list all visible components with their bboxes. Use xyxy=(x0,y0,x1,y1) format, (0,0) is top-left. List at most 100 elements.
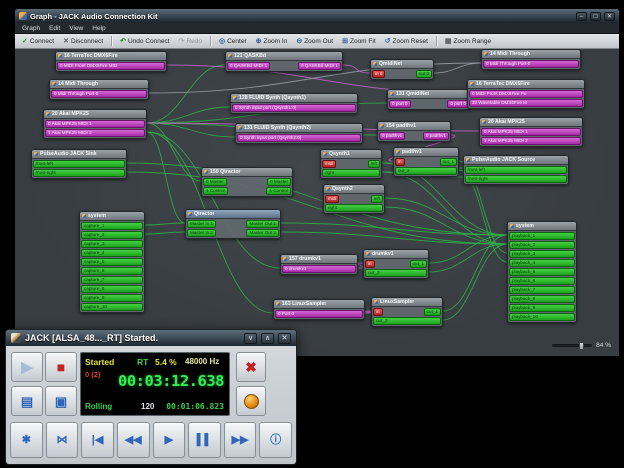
in-port[interactable]: front-left xyxy=(465,166,567,174)
node-linuxsampler[interactable]: LinuxSamplerinout_1out_2 xyxy=(371,297,443,327)
cable[interactable] xyxy=(147,65,225,123)
minimize-button[interactable]: – xyxy=(576,12,587,21)
in-port[interactable]: 0 Master xyxy=(203,178,227,186)
stop-button[interactable]: ■ xyxy=(45,352,77,382)
in-port[interactable]: Master In 1 xyxy=(187,220,216,228)
node-terratec-left[interactable]: 16 TerraTec DMX6Fire0 MIDI Front DMX6Fir… xyxy=(55,51,167,72)
node-system-playback[interactable]: systemplayback_1playback_2playback_3play… xyxy=(507,221,577,323)
in-port[interactable]: 0 drumkv1 xyxy=(282,265,356,273)
toolbar-redo[interactable]: ↷Redo xyxy=(176,37,205,46)
node-qtractor-main[interactable]: QtractorMaster In 1Master Out 1Master In… xyxy=(185,209,281,239)
in-port[interactable]: 0 MIDI Front DMX6Fire Po xyxy=(469,90,583,98)
node-qsynth1[interactable]: Qsynth1midileftright xyxy=(320,149,382,179)
out-port[interactable]: front-right xyxy=(33,169,125,177)
out-port[interactable]: capture_3 xyxy=(81,240,143,248)
node-pulseaudio-source[interactable]: PulseAudio JACK Sourcefront-leftfront-ri… xyxy=(463,155,569,185)
in-port[interactable]: playback_4 xyxy=(509,259,575,267)
in-port[interactable]: playback_3 xyxy=(509,250,575,258)
node-qsynth2[interactable]: Qsynth2midileftright xyxy=(323,184,385,214)
in-port[interactable]: 0 Midi Through Port-0 xyxy=(483,60,579,68)
out-port[interactable]: 1 Akai MPK25 MIDI 2 xyxy=(45,129,145,137)
out-port[interactable]: 0 Master xyxy=(267,178,291,186)
in-port[interactable]: playback_10 xyxy=(509,313,575,321)
out-port[interactable]: out_1 xyxy=(410,260,428,268)
in-port[interactable]: Master In 2 xyxy=(187,229,216,237)
about-button[interactable]: ⓘ xyxy=(259,422,292,458)
menu-graph[interactable]: Graph xyxy=(18,24,44,33)
out-port[interactable]: 0 Akai MPK25 MIDI 1 xyxy=(45,120,145,128)
play-button[interactable]: ▶ xyxy=(153,422,186,458)
node-padthv1-154[interactable]: 154 padthv10 padthv10 padthv1 xyxy=(377,121,451,142)
out-port[interactable]: 1 Control xyxy=(266,187,291,195)
node-drumkv1-157[interactable]: 157 drumkv10 drumkv1 xyxy=(280,254,358,275)
out-port[interactable]: 0 QASKBd MIDI 1 xyxy=(298,62,341,70)
in-port[interactable]: in 0 xyxy=(372,70,385,78)
node-fluid-qsynth1[interactable]: 128 FLUID Synth (Qsynth1)0 Synth input p… xyxy=(230,93,358,114)
in-port[interactable]: playback_6 xyxy=(509,277,575,285)
in-port[interactable]: 0 Synth input port (Qsynth2:0) xyxy=(237,134,361,142)
out-port[interactable]: right xyxy=(322,169,380,177)
out-port[interactable]: front-left xyxy=(33,160,125,168)
menu-help[interactable]: Help xyxy=(88,24,109,33)
node-fluid-qsynth2[interactable]: 131 FLUID Synth (Qsynth2)0 Synth input p… xyxy=(235,123,363,144)
out-port[interactable]: capture_4 xyxy=(81,249,143,257)
session-button[interactable]: ▣ xyxy=(45,386,77,416)
out-port[interactable]: out 0 xyxy=(416,70,432,78)
backward-button[interactable]: ◀◀ xyxy=(117,422,150,458)
toolbar-zoom-in[interactable]: ⊕Zoom In xyxy=(253,37,291,46)
transport-close-button[interactable]: ✕ xyxy=(278,333,291,344)
cable[interactable] xyxy=(434,63,481,73)
out-port[interactable]: capture_10 xyxy=(81,303,143,311)
out-port[interactable]: capture_6 xyxy=(81,267,143,275)
out-port[interactable]: Master Out 2 xyxy=(246,229,279,237)
shade-button[interactable]: ∨ xyxy=(244,333,257,344)
in-port[interactable]: playback_8 xyxy=(509,295,575,303)
in-port[interactable]: 0 Port 0 xyxy=(275,310,363,318)
node-midi-through-left[interactable]: 14 Midi Through0 Midi Through Port-0 xyxy=(49,79,149,100)
graph-canvas[interactable]: 84 % 16 TerraTec DMX6Fire0 MIDI Front DM… xyxy=(15,49,619,356)
node-terratec-right[interactable]: 16 TerraTec DMX6Fire0 MIDI Front DMX6Fir… xyxy=(467,79,585,109)
out-port[interactable]: Master Out 1 xyxy=(246,220,279,228)
toolbar-zoom-out[interactable]: ⊖Zoom Out xyxy=(293,37,336,46)
in-port[interactable]: 0 Akai MPK25 MIDI 1 xyxy=(481,128,581,136)
in-port[interactable]: playback_9 xyxy=(509,304,575,312)
cable[interactable] xyxy=(147,132,185,223)
out-port[interactable]: out_1 xyxy=(440,158,458,166)
pause-button[interactable]: ▌▌ xyxy=(188,422,221,458)
pause-led-button[interactable] xyxy=(236,386,266,416)
zoom-slider[interactable] xyxy=(552,344,592,347)
menu-view[interactable]: View xyxy=(65,24,87,33)
menu-edit[interactable]: Edit xyxy=(45,24,64,33)
in-port[interactable]: playback_2 xyxy=(509,241,575,249)
toolbar-undo-connect[interactable]: ↶Undo Connect xyxy=(117,37,172,46)
out-port[interactable]: capture_7 xyxy=(81,276,143,284)
node-akai-left[interactable]: 20 Akai MPK250 Akai MPK25 MIDI 11 Akai M… xyxy=(43,109,147,139)
node-akai-right[interactable]: 20 Akai MPK250 Akai MPK25 MIDI 11 Akai M… xyxy=(479,117,583,147)
in-port[interactable]: 32 Wavetable DMX6Fire M xyxy=(469,99,583,107)
in-port[interactable]: playback_7 xyxy=(509,286,575,294)
graph-titlebar[interactable]: Graph - JACK Audio Connection Kit – □ ✕ xyxy=(15,9,619,23)
toolbar-connect[interactable]: ✓Connect xyxy=(19,37,57,46)
out-port[interactable]: right xyxy=(325,204,383,212)
node-qmidinet[interactable]: QmidiNetin 0out 0 xyxy=(370,59,434,80)
in-port[interactable]: midi xyxy=(325,195,339,203)
start-button[interactable]: ▶ xyxy=(11,352,43,382)
out-port[interactable]: out_2 xyxy=(395,167,457,175)
in-port[interactable]: in xyxy=(373,308,383,316)
out-port[interactable]: 0 Midi Through Port-0 xyxy=(51,90,147,98)
in-port[interactable]: 0 Synth input port (Qsynth1:0) xyxy=(232,104,356,112)
transport-titlebar[interactable]: JACK [ALSA_48..._RT] Started. ∨ ∧ ✕ xyxy=(6,330,296,346)
forward-button[interactable]: ▶▶ xyxy=(224,422,257,458)
node-qaskbd[interactable]: 121 QASKBd0 QASKBd MIDI 10 QASKBd MIDI 1 xyxy=(225,51,343,72)
cable[interactable] xyxy=(145,232,185,234)
node-linuxsampler-163[interactable]: 163 LinuxSampler0 Port 0 xyxy=(273,299,365,320)
out-port[interactable]: capture_5 xyxy=(81,258,143,266)
unshade-button[interactable]: ∧ xyxy=(261,333,274,344)
in-port[interactable]: midi xyxy=(322,160,336,168)
in-port[interactable]: in xyxy=(395,158,405,166)
toolbar-zoom-fit[interactable]: ⊞Zoom Fit xyxy=(339,37,379,46)
rewind-button[interactable]: |◀ xyxy=(81,422,114,458)
out-port[interactable]: capture_2 xyxy=(81,231,143,239)
messages-button[interactable]: ▤ xyxy=(11,386,43,416)
toolbar-zoom-range[interactable]: ▦Zoom Range xyxy=(442,37,494,46)
